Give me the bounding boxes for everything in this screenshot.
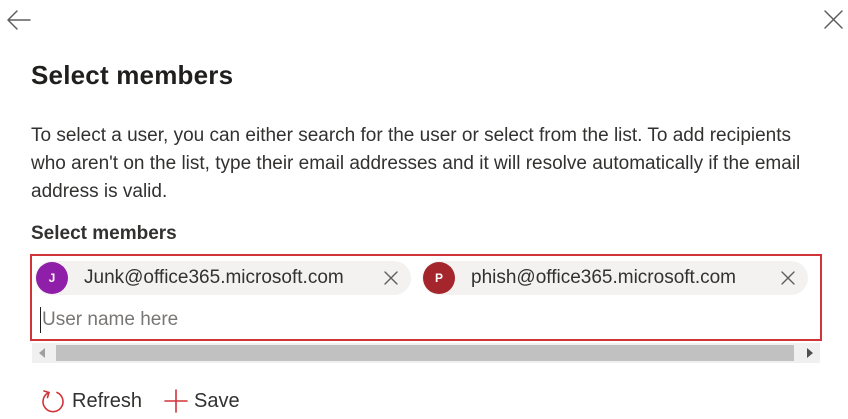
- page-title: Select members: [31, 60, 234, 90]
- avatar: P: [423, 262, 455, 294]
- select-members-label: Select members: [31, 223, 177, 244]
- plus-icon: [164, 389, 188, 413]
- refresh-button[interactable]: Refresh: [40, 388, 142, 414]
- horizontal-scrollbar[interactable]: [32, 343, 820, 363]
- close-button[interactable]: [820, 6, 848, 34]
- close-icon: [824, 10, 843, 29]
- avatar: J: [36, 262, 68, 294]
- remove-member-button[interactable]: [375, 262, 407, 294]
- member-chip[interactable]: P phish@office365.microsoft.com: [422, 261, 808, 295]
- action-toolbar: Refresh Save: [40, 387, 262, 415]
- member-chip[interactable]: J Junk@office365.microsoft.com: [35, 261, 411, 295]
- select-members-panel: Select members To select a user, you can…: [0, 0, 848, 419]
- close-icon: [384, 271, 398, 285]
- instructions-text: To select a user, you can either search …: [31, 125, 801, 202]
- close-icon: [781, 271, 795, 285]
- remove-member-button[interactable]: [772, 262, 804, 294]
- refresh-label: Refresh: [72, 389, 143, 412]
- save-button[interactable]: Save: [164, 389, 240, 413]
- scroll-left-arrow-icon[interactable]: [32, 343, 52, 363]
- members-picker[interactable]: J Junk@office365.microsoft.com P phish@o…: [30, 254, 822, 341]
- member-email: phish@office365.microsoft.com: [471, 267, 736, 288]
- scrollbar-thumb[interactable]: [56, 345, 794, 361]
- save-label: Save: [194, 389, 240, 412]
- arrow-left-icon: [7, 10, 31, 30]
- back-button[interactable]: [4, 6, 34, 34]
- scroll-right-arrow-icon[interactable]: [800, 343, 820, 363]
- member-email: Junk@office365.microsoft.com: [84, 267, 344, 288]
- refresh-icon: [42, 390, 64, 413]
- user-name-input[interactable]: [40, 307, 802, 333]
